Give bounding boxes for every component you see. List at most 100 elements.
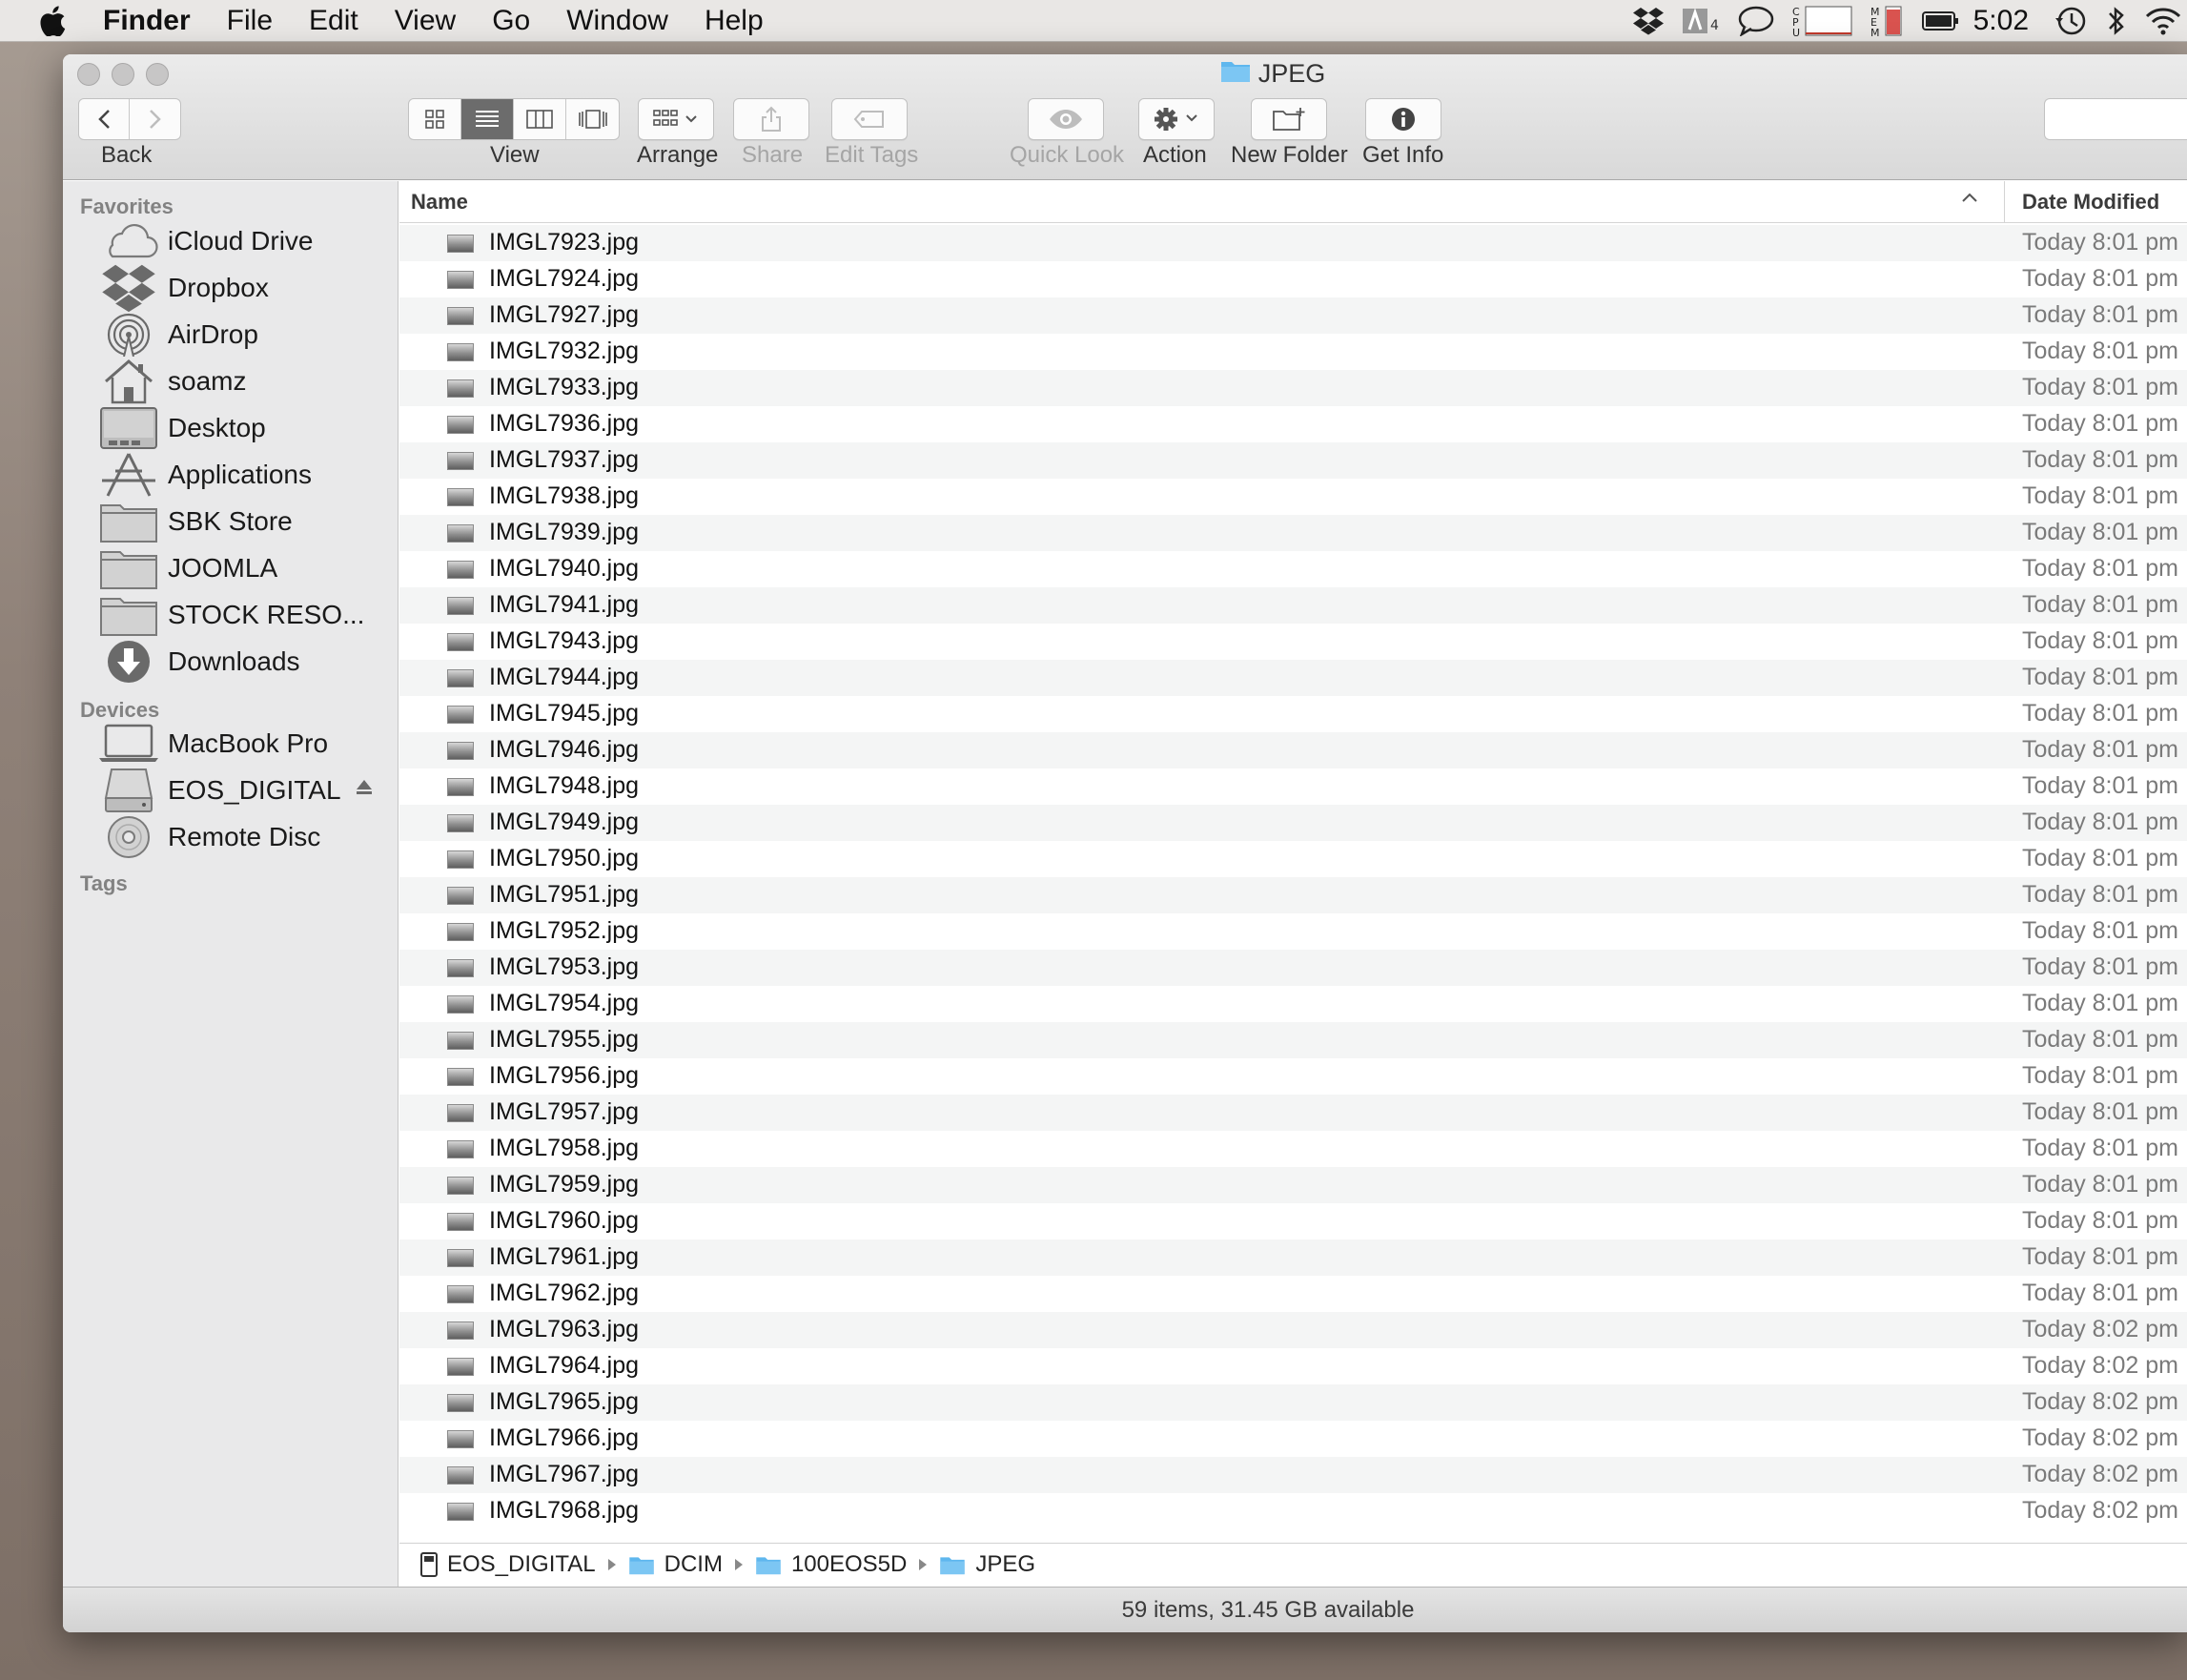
file-row[interactable]: IMGL7960.jpg Today 8:01 pm [399,1203,2187,1240]
wifi-icon[interactable] [2145,7,2181,35]
sidebar-item-eos-digital[interactable]: EOS_DIGITAL [63,767,399,813]
share-button[interactable] [733,98,809,140]
sidebar-item-soamz[interactable]: soamz [63,358,399,404]
messages-status-icon[interactable] [1737,6,1775,36]
file-date-modified: Today 8:01 pm [2022,990,2178,1016]
name-column-header[interactable]: Name [411,190,468,215]
file-row[interactable]: IMGL7940.jpg Today 8:01 pm [399,551,2187,587]
sidebar-item-applications[interactable]: Applications [63,451,399,498]
path-item-dcim[interactable]: DCIM [628,1551,723,1578]
menu-edit[interactable]: Edit [309,5,358,37]
file-row[interactable]: IMGL7965.jpg Today 8:02 pm [399,1384,2187,1421]
sidebar-item-macbook-pro[interactable]: MacBook Pro [63,720,399,767]
bluetooth-icon[interactable] [2105,5,2128,37]
file-row[interactable]: IMGL7933.jpg Today 8:01 pm [399,370,2187,406]
file-row[interactable]: IMGL7927.jpg Today 8:01 pm [399,297,2187,334]
dropbox-status-icon[interactable] [1632,7,1665,35]
applications-icon [97,452,160,497]
get-info-button[interactable] [1365,98,1441,140]
battery-icon[interactable] [1921,10,1960,32]
file-row[interactable]: IMGL7955.jpg Today 8:01 pm [399,1022,2187,1058]
eject-icon[interactable] [355,778,374,802]
action-button[interactable] [1138,98,1215,140]
file-row[interactable]: IMGL7941.jpg Today 8:01 pm [399,587,2187,624]
menu-view[interactable]: View [395,5,456,37]
arrange-button[interactable] [638,98,714,140]
menubar-clock[interactable]: 5:02 [1973,5,2029,37]
menu-go[interactable]: Go [492,5,530,37]
file-row[interactable]: IMGL7950.jpg Today 8:01 pm [399,841,2187,877]
sidebar-item-remote-disc[interactable]: Remote Disc [63,813,399,860]
sort-ascending-icon[interactable] [1961,191,1978,209]
file-row[interactable]: IMGL7939.jpg Today 8:01 pm [399,515,2187,551]
sidebar-item-downloads[interactable]: Downloads [63,638,399,685]
path-item-jpeg[interactable]: JPEG [939,1551,1035,1578]
file-row[interactable]: IMGL7964.jpg Today 8:02 pm [399,1348,2187,1384]
time-machine-icon[interactable] [2054,5,2088,37]
folder-icon [1220,58,1251,90]
menu-finder[interactable]: Finder [103,5,191,37]
edit-tags-label: Edit Tags [825,142,919,168]
back-button[interactable] [79,99,131,139]
sidebar-item-joomla[interactable]: JOOMLA [63,544,399,591]
file-row[interactable]: IMGL7943.jpg Today 8:01 pm [399,624,2187,660]
file-row[interactable]: IMGL7948.jpg Today 8:01 pm [399,768,2187,805]
column-view-button[interactable] [514,99,566,139]
path-item-eos-digital[interactable]: EOS_DIGITAL [420,1551,596,1578]
column-divider[interactable] [2004,181,2005,223]
new-folder-button[interactable] [1251,98,1327,140]
file-row[interactable]: IMGL7966.jpg Today 8:02 pm [399,1421,2187,1457]
file-row[interactable]: IMGL7956.jpg Today 8:01 pm [399,1058,2187,1095]
file-row[interactable]: IMGL7961.jpg Today 8:01 pm [399,1240,2187,1276]
file-row[interactable]: IMGL7953.jpg Today 8:01 pm [399,950,2187,986]
file-row[interactable]: IMGL7962.jpg Today 8:01 pm [399,1276,2187,1312]
edit-tags-button[interactable] [831,98,908,140]
file-row[interactable]: IMGL7957.jpg Today 8:01 pm [399,1095,2187,1131]
adobe-status-icon[interactable]: 4 [1682,7,1720,35]
file-row[interactable]: IMGL7945.jpg Today 8:01 pm [399,696,2187,732]
file-row[interactable]: IMGL7954.jpg Today 8:01 pm [399,986,2187,1022]
file-row[interactable]: IMGL7958.jpg Today 8:01 pm [399,1131,2187,1167]
menu-file[interactable]: File [227,5,273,37]
search-field[interactable] [2044,98,2187,140]
list-view-button[interactable] [461,99,514,139]
apple-menu-icon[interactable] [36,5,69,37]
cpu-meter-icon[interactable]: CPU [1792,4,1853,38]
file-row[interactable]: IMGL7936.jpg Today 8:01 pm [399,406,2187,442]
sidebar-item-sbk-store[interactable]: SBK Store [63,498,399,544]
file-name: IMGL7923.jpg [489,229,640,256]
file-row[interactable]: IMGL7944.jpg Today 8:01 pm [399,660,2187,696]
sidebar-item-stock-resources[interactable]: STOCK RESO... [63,591,399,638]
memory-meter-icon[interactable]: MEM [1870,4,1905,38]
file-row[interactable]: IMGL7963.jpg Today 8:02 pm [399,1312,2187,1348]
file-row[interactable]: IMGL7959.jpg Today 8:01 pm [399,1167,2187,1203]
menu-help[interactable]: Help [705,5,764,37]
date-modified-column-header[interactable]: Date Modified [2022,190,2159,215]
sidebar-item-airdrop[interactable]: AirDrop [63,311,399,358]
file-row[interactable]: IMGL7937.jpg Today 8:01 pm [399,442,2187,479]
forward-button[interactable] [130,99,180,139]
quick-look-button[interactable] [1028,98,1104,140]
menu-window[interactable]: Window [566,5,668,37]
sidebar-item-dropbox[interactable]: Dropbox [63,264,399,312]
sidebar-item-icloud-drive[interactable]: iCloud Drive [63,217,399,264]
file-row[interactable]: IMGL7949.jpg Today 8:01 pm [399,805,2187,841]
file-row[interactable]: IMGL7968.jpg Today 8:02 pm [399,1493,2187,1529]
cover-flow-button[interactable] [566,99,619,139]
file-row[interactable]: IMGL7932.jpg Today 8:01 pm [399,334,2187,370]
file-row[interactable]: IMGL7923.jpg Today 8:01 pm [399,225,2187,261]
file-row[interactable]: IMGL7951.jpg Today 8:01 pm [399,877,2187,913]
file-row[interactable]: IMGL7946.jpg Today 8:01 pm [399,732,2187,768]
file-row[interactable]: IMGL7952.jpg Today 8:01 pm [399,913,2187,950]
icon-view-button[interactable] [409,99,461,139]
file-row[interactable]: IMGL7967.jpg Today 8:02 pm [399,1457,2187,1493]
list-header: Name Date Modified [399,181,2187,223]
file-row[interactable]: IMGL7924.jpg Today 8:01 pm [399,261,2187,297]
file-name: IMGL7943.jpg [489,627,640,654]
home-icon [97,359,160,403]
path-item-100eos5d[interactable]: 100EOS5D [755,1551,907,1578]
downloads-icon [97,640,160,683]
file-date-modified: Today 8:01 pm [2022,1243,2178,1270]
sidebar-item-desktop[interactable]: Desktop [63,404,399,451]
file-row[interactable]: IMGL7938.jpg Today 8:01 pm [399,479,2187,515]
